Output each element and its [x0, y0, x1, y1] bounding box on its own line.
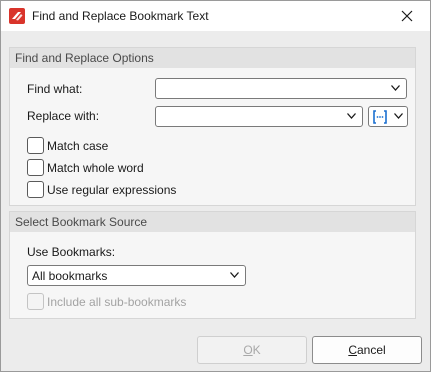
- match-case-label: Match case: [47, 139, 109, 153]
- close-icon: [401, 10, 413, 22]
- ok-mnemonic: O: [243, 343, 253, 357]
- cancel-label-rest: ancel: [356, 343, 386, 357]
- use-bookmarks-label: Use Bookmarks:: [27, 245, 116, 259]
- use-regex-checkbox[interactable]: [27, 181, 44, 198]
- cancel-button[interactable]: Cancel: [312, 336, 422, 364]
- bookmark-source-header: Select Bookmark Source: [10, 212, 415, 232]
- ok-label-rest: K: [252, 343, 261, 357]
- bracket-placeholder-icon: [373, 110, 387, 124]
- dialog-body: Find and Replace Options Find what: Repl…: [1, 31, 430, 371]
- use-bookmarks-select[interactable]: All bookmarks: [27, 265, 246, 286]
- match-case-checkbox[interactable]: [27, 137, 44, 154]
- chevron-down-icon: [394, 113, 403, 119]
- replace-with-combo[interactable]: [155, 106, 363, 127]
- close-button[interactable]: [384, 1, 430, 31]
- match-whole-word-checkbox[interactable]: [27, 159, 44, 176]
- use-bookmarks-value: All bookmarks: [32, 269, 108, 283]
- chevron-down-icon: [347, 113, 356, 119]
- find-replace-options-header: Find and Replace Options: [10, 48, 415, 68]
- match-whole-word-label: Match whole word: [47, 161, 144, 175]
- find-what-label: Find what:: [27, 82, 83, 96]
- find-replace-options-group: Find and Replace Options Find what: Repl…: [9, 47, 416, 206]
- window-title: Find and Replace Bookmark Text: [32, 9, 209, 23]
- bookmark-source-group: Select Bookmark Source Use Bookmarks: Al…: [9, 211, 416, 319]
- chevron-down-icon: [391, 85, 400, 91]
- title-bar: Find and Replace Bookmark Text: [1, 1, 430, 31]
- app-logo-icon: [9, 8, 25, 24]
- include-sub-bookmarks-checkbox[interactable]: [27, 293, 44, 310]
- use-regex-label: Use regular expressions: [47, 183, 177, 197]
- insert-placeholder-button[interactable]: [368, 106, 408, 127]
- replace-with-label: Replace with:: [27, 109, 100, 123]
- dialog-window: Find and Replace Bookmark Text Find and …: [0, 0, 431, 372]
- chevron-down-icon: [230, 272, 239, 278]
- find-what-combo[interactable]: [155, 78, 407, 99]
- include-sub-bookmarks-label: Include all sub-bookmarks: [47, 295, 187, 309]
- cancel-mnemonic: C: [348, 343, 357, 357]
- ok-button[interactable]: OK: [197, 336, 307, 364]
